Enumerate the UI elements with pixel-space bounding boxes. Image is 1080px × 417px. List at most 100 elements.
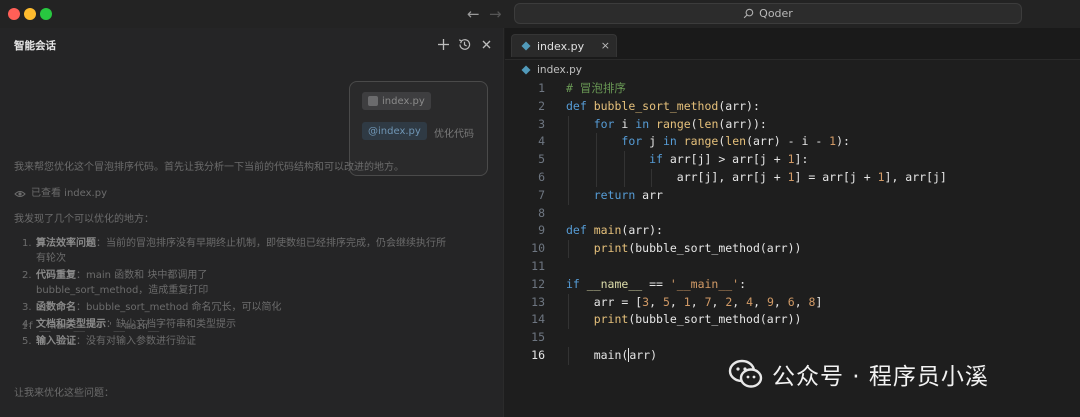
line-number: 10 — [531, 241, 545, 256]
code-token: if — [566, 276, 587, 291]
line-number: 4 — [538, 134, 545, 149]
code-token: (bubble_sort_method(arr)) — [628, 241, 802, 256]
line-number: 5 — [538, 152, 545, 167]
search-icon — [743, 8, 754, 19]
line-number: 8 — [538, 205, 545, 220]
code-text: if arr[j] > arr[j + 1]: — [566, 151, 808, 169]
editor-tab-bar: index.py × — [505, 28, 1080, 60]
viewed-file-label: 已查看 index.py — [31, 188, 107, 199]
code-token: in — [635, 116, 657, 131]
code-line[interactable]: 5 if arr[j] > arr[j + 1]: — [505, 151, 1080, 169]
code-token: main( — [566, 347, 629, 362]
code-token: j — [649, 134, 663, 149]
code-area[interactable]: 1 # 冒泡排序 2 def bubble_sort_method(arr): 3 fo… — [505, 80, 1080, 365]
forward-arrow-icon[interactable]: → — [489, 5, 502, 23]
chat-title: 智能会话 — [14, 40, 56, 52]
line-number: 11 — [531, 258, 545, 273]
closing-text: 让我来优化这些问题： — [14, 388, 114, 399]
plus-icon[interactable] — [436, 37, 451, 52]
code-line[interactable]: 3 for i in range(len(arr)): — [505, 115, 1080, 134]
code-line[interactable]: 11 — [505, 258, 1080, 276]
code-token: arr) — [629, 347, 658, 362]
code-line[interactable]: 15 — [505, 329, 1080, 347]
code-line[interactable]: 6 arr[j], arr[j + 1] = arr[j + 1], arr[j… — [505, 168, 1080, 187]
code-line[interactable]: 10 print(bubble_sort_method(arr)) — [505, 240, 1080, 258]
code-token: , — [669, 294, 684, 309]
breadcrumb-file: index.py — [537, 64, 582, 76]
code-text: def main(arr): — [566, 222, 663, 240]
watermark-text: 公众号 · 程序员小溪 — [772, 364, 989, 390]
line-number: 14 — [531, 312, 545, 327]
code-text: main(arr) — [566, 347, 657, 365]
code-token: 6 — [787, 294, 795, 309]
code-token: ]: — [794, 152, 809, 167]
line-number: 6 — [538, 169, 545, 184]
code-line[interactable]: 7 return arr — [505, 186, 1080, 205]
code-token: main — [593, 223, 622, 238]
attached-file-chip[interactable]: index.py — [362, 92, 431, 110]
code-line[interactable]: 2 def bubble_sort_method(arr): — [505, 98, 1080, 116]
code-token: ] — [815, 294, 823, 309]
line-number: 1 — [538, 81, 545, 95]
found-issues-text: 我发现了几个可以优化的地方： — [14, 214, 154, 225]
breadcrumb[interactable]: index.py — [521, 64, 582, 76]
code-token: (arr): — [621, 223, 663, 238]
code-line[interactable]: 8 — [505, 205, 1080, 223]
code-line[interactable]: 13 arr = [3, 5, 1, 7, 2, 4, 9, 6, 8] — [505, 293, 1080, 312]
tab-close-icon[interactable]: × — [601, 39, 610, 52]
tab-index-py[interactable]: index.py × — [511, 34, 617, 57]
code-token: , — [732, 294, 747, 309]
code-line[interactable]: 12 if __name__ == '__main__': — [505, 276, 1080, 294]
back-arrow-icon[interactable]: ← — [467, 5, 480, 23]
code-token: ], arr[j] — [884, 169, 947, 184]
command-search-box[interactable]: Qoder — [514, 3, 1022, 24]
code-token: (arr): — [718, 98, 760, 113]
code-token: __name__ — [586, 276, 643, 291]
assistant-intro: 我来帮您优化这个冒泡排序代码。首先让我分析一下当前的代码结构和可以改进的地方。 — [14, 162, 404, 173]
eye-icon — [14, 190, 26, 197]
minimize-window-button[interactable] — [24, 8, 36, 20]
file-mention[interactable]: @index.py — [362, 122, 427, 140]
viewed-file-status[interactable]: 已查看 index.py — [14, 186, 107, 201]
code-token: (arr)): — [718, 116, 767, 131]
code-token: print — [593, 241, 629, 256]
code-token: : — [739, 276, 747, 291]
code-token: len — [725, 134, 747, 149]
code-token: for — [593, 116, 622, 131]
code-token: arr = [ — [566, 294, 643, 309]
wechat-logo — [728, 359, 763, 388]
code-token: (bubble_sort_method(arr)) — [628, 312, 802, 327]
history-icon[interactable] — [457, 37, 472, 52]
code-text: # 冒泡排序 — [566, 80, 626, 98]
code-token: print — [593, 312, 629, 327]
code-line[interactable]: 4 for j in range(len(arr) - i - 1): — [505, 133, 1080, 152]
code-line[interactable]: 9 def main(arr): — [505, 222, 1080, 240]
code-token: , — [773, 294, 788, 309]
line-number: 3 — [538, 116, 545, 131]
code-token: ): — [836, 134, 850, 149]
code-line[interactable]: 14 print(bubble_sort_method(arr)) — [505, 311, 1080, 330]
code-token: , — [753, 294, 767, 309]
tab-label: index.py — [537, 39, 585, 53]
list-item: 4. 文档和类型提示：缺少文档字符串和类型提示 — [22, 319, 236, 330]
code-line[interactable]: 1 # 冒泡排序 — [505, 80, 1080, 98]
code-text: for j in range(len(arr) - i - 1): — [566, 133, 850, 151]
code-token: , — [794, 294, 809, 309]
code-token: 9 — [766, 294, 774, 309]
line-number: 15 — [531, 330, 545, 345]
close-window-button[interactable] — [8, 8, 20, 20]
maximize-window-button[interactable] — [40, 8, 52, 20]
chat-panel: 智能会话 index.py @index.py 优化代码 我来帮您优化这个冒泡排… — [0, 28, 504, 417]
code-token: 1 — [683, 294, 691, 309]
code-text: if __name__ == '__main__': — [566, 276, 746, 294]
close-icon[interactable] — [479, 37, 494, 52]
list-item: 2. 代码重复：main 函数和 if __name__ == '__main_… — [22, 270, 209, 332]
code-token: , — [711, 294, 726, 309]
search-text: Qoder — [759, 7, 793, 20]
